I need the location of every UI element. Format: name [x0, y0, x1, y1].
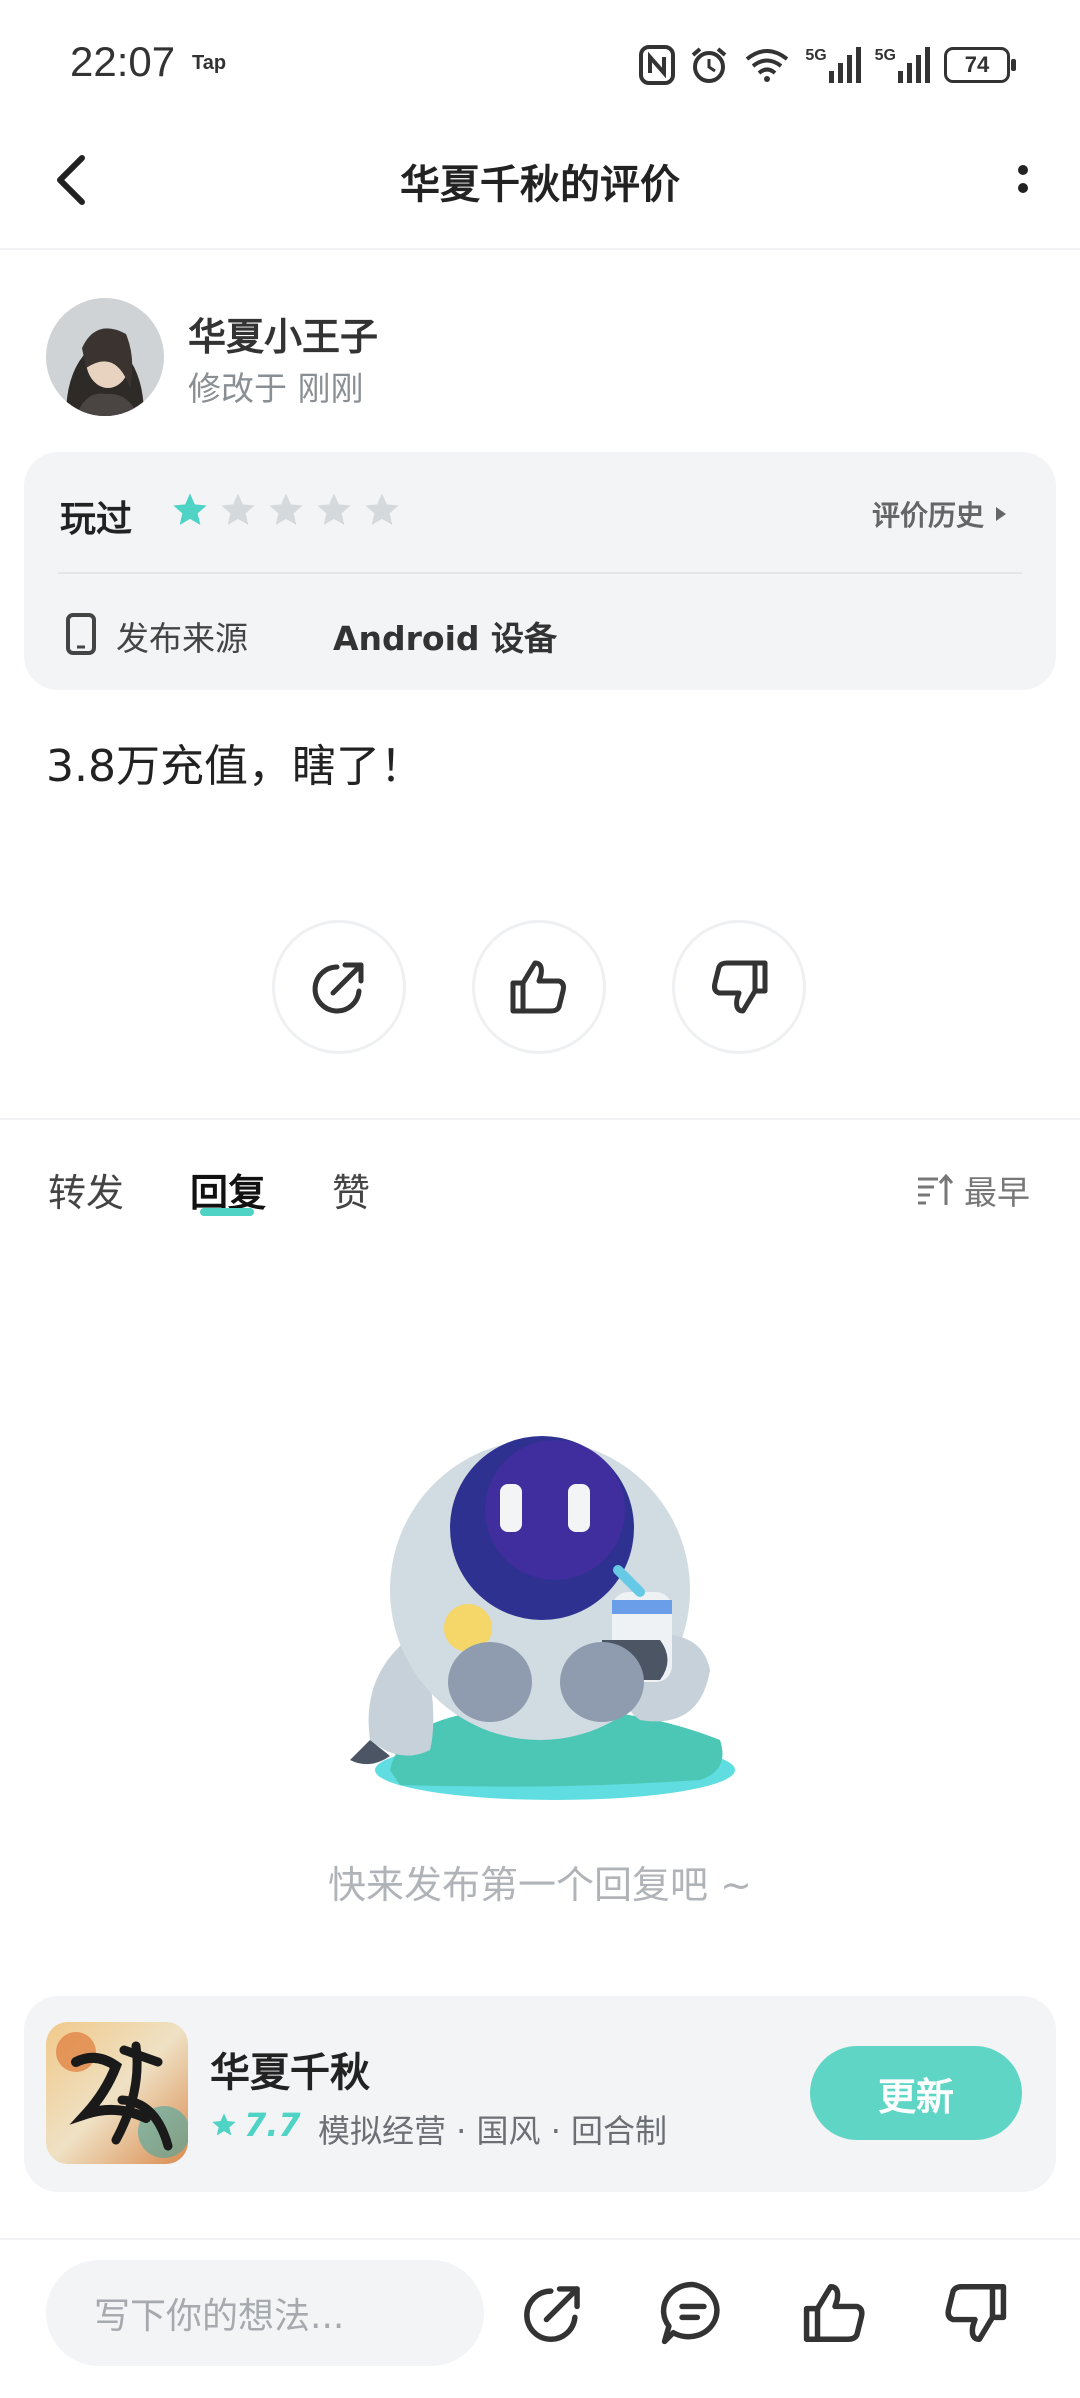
star-rating: [170, 490, 402, 530]
signal-bars-icon: [828, 47, 861, 83]
tab-forward[interactable]: 转发: [48, 1162, 124, 1217]
alarm-icon: [692, 47, 727, 83]
thumbs-up-icon: [510, 960, 566, 1014]
battery-indicator: 74: [944, 47, 1016, 83]
source-label: 发布来源: [116, 619, 248, 658]
author-name[interactable]: 华夏小王子: [188, 306, 378, 361]
review-content: 3.8万充值，瞎了！: [46, 741, 424, 792]
rating-history-label: 评价历史: [871, 499, 984, 532]
tab-likes[interactable]: 赞: [332, 1162, 370, 1217]
more-vertical-icon[interactable]: [1008, 150, 1038, 210]
comment-input[interactable]: 写下你的想法...: [46, 2260, 484, 2366]
status-app-badge: Tap: [192, 52, 227, 74]
thumbs-down-icon: [712, 960, 768, 1014]
signal-5g-1: 5G: [805, 47, 861, 83]
nfc-icon: [639, 45, 676, 85]
avatar[interactable]: [46, 298, 164, 416]
star-empty-icon: [317, 493, 351, 525]
edited-time: 修改于 刚刚: [188, 369, 364, 408]
star-empty-icon: [221, 493, 255, 525]
played-label: 玩过: [60, 499, 133, 540]
status-icons: 5G 5G 74: [639, 40, 1016, 90]
empty-state-message: 快来发布第一个回复吧 ~: [328, 1863, 752, 1907]
game-icon[interactable]: [46, 2022, 188, 2164]
dislike-button[interactable]: [672, 920, 806, 1054]
card-divider: [58, 572, 1022, 574]
signal-5g-label: 5G: [874, 47, 896, 64]
share-icon: [312, 962, 364, 1014]
section-divider: [0, 1118, 1080, 1120]
game-logo-image: [46, 2022, 188, 2164]
robot-mascot-illustration: [350, 1436, 735, 1800]
thumbs-down-icon[interactable]: [940, 2278, 1010, 2348]
caret-right-icon: [996, 507, 1006, 521]
share-icon[interactable]: [518, 2278, 588, 2348]
active-tab-indicator: [200, 1208, 254, 1216]
signal-5g-2: 5G: [875, 47, 930, 83]
share-button[interactable]: [272, 920, 406, 1054]
bottom-divider: [0, 2238, 1080, 2240]
sort-toggle[interactable]: 最早: [916, 1166, 1030, 1214]
source-value: Android 设备: [333, 619, 558, 658]
sort-label: 最早: [964, 1173, 1030, 1212]
page-title: 华夏千秋的评价: [400, 162, 680, 208]
rating-history-link[interactable]: 评价历史: [872, 494, 1008, 534]
star-icon: [212, 2113, 236, 2136]
update-button[interactable]: 更新: [810, 2046, 1022, 2140]
status-time: 22:07: [70, 38, 176, 85]
wifi-icon: [746, 49, 789, 82]
star-empty-icon: [269, 493, 303, 525]
header-divider: [0, 248, 1080, 250]
game-score: 7.7: [210, 2106, 301, 2144]
signal-5g-label: 5G: [805, 47, 827, 64]
avatar-image: [46, 298, 164, 416]
game-tags: 模拟经营 · 国风 · 回合制: [318, 2112, 668, 2150]
game-score-value: 7.7: [244, 2106, 301, 2144]
thumbs-up-icon[interactable]: [800, 2278, 870, 2348]
comment-icon[interactable]: [658, 2278, 728, 2348]
star-empty-icon: [365, 493, 399, 525]
game-name[interactable]: 华夏千秋: [210, 2040, 370, 2098]
like-button[interactable]: [472, 920, 606, 1054]
signal-bars-icon: [898, 47, 930, 83]
star-filled-icon: [173, 493, 207, 525]
phone-icon: [66, 613, 96, 655]
sort-icon: [918, 1173, 954, 1205]
